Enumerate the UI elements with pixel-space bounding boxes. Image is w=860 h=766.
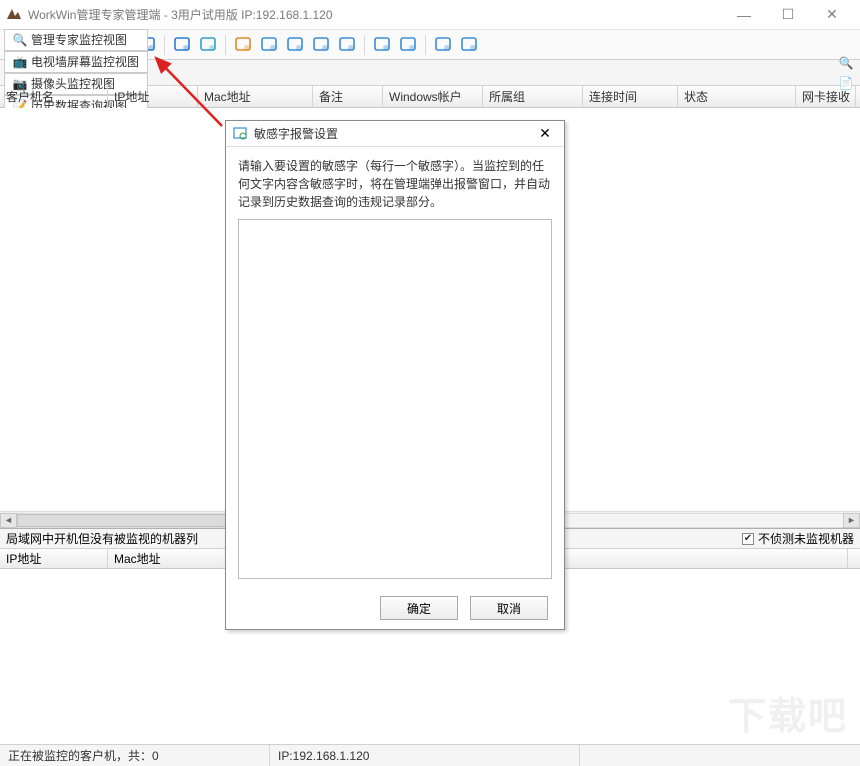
assist-icon[interactable] <box>232 34 254 56</box>
dialog-icon <box>232 126 248 142</box>
app-icon <box>6 7 22 23</box>
titlebar: WorkWin管理专家管理端 - 3用户试用版 IP:192.168.1.120… <box>0 0 860 30</box>
statusbar: 正在被监控的客户机，共：0 IP:192.168.1.120 <box>0 744 860 766</box>
scroll-right-icon[interactable]: ► <box>843 513 860 528</box>
status-client-count: 正在被监控的客户机，共：0 <box>0 745 270 766</box>
cast-icon[interactable] <box>258 34 280 56</box>
detect-unmonitored-checkbox[interactable]: ✔ 不侦测未监视机器 <box>742 530 854 547</box>
status-ip: IP:192.168.1.120 <box>270 745 580 766</box>
checkbox-label: 不侦测未监视机器 <box>758 530 854 547</box>
wall-icon[interactable] <box>336 34 358 56</box>
col-clientname[interactable]: 客户机名 <box>0 86 108 107</box>
dialog-description: 请输入要设置的敏感字（每行一个敏感字）。当监控到的任何文字内容含敏感字时，将在管… <box>238 157 552 211</box>
view-tvwall-label: 电视墙屏幕监控视图 <box>31 53 139 70</box>
unmonitored-title: 局域网中开机但没有被监视的机器列 <box>6 530 198 547</box>
cart-icon[interactable] <box>432 34 454 56</box>
sensitive-word-dialog: 敏感字报警设置 ✕ 请输入要设置的敏感字（每行一个敏感字）。当监控到的任何文字内… <box>225 120 565 630</box>
port-icon[interactable] <box>397 34 419 56</box>
view-tvwall[interactable]: 📺 电视墙屏幕监控视图 <box>4 51 148 73</box>
dialog-close-button[interactable]: ✕ <box>532 124 558 144</box>
window-title: WorkWin管理专家管理端 - 3用户试用版 IP:192.168.1.120 <box>28 6 722 23</box>
clients-table-header: 客户机名IP地址Mac地址备注Windows帐户所属组连接时间状态网卡接收 <box>0 86 860 108</box>
monitors-icon[interactable] <box>310 34 332 56</box>
dialog-title: 敏感字报警设置 <box>254 125 532 142</box>
ip-icon[interactable] <box>371 34 393 56</box>
col-status[interactable]: 状态 <box>678 86 796 107</box>
col-conntime[interactable]: 连接时间 <box>583 86 678 107</box>
col2-ip[interactable]: IP地址 <box>0 549 108 568</box>
sensitive-words-textarea[interactable] <box>238 219 552 579</box>
view-monitor-label: 管理专家监控视图 <box>31 31 127 48</box>
col-mac[interactable]: Mac地址 <box>198 86 313 107</box>
help-icon[interactable] <box>458 34 480 56</box>
close-button[interactable]: ✕ <box>810 1 854 29</box>
lock-icon[interactable] <box>197 34 219 56</box>
scroll-left-icon[interactable]: ◄ <box>0 513 17 528</box>
cancel-button[interactable]: 取消 <box>470 596 548 620</box>
view-monitor[interactable]: 🔍 管理专家监控视图 <box>4 29 148 51</box>
col-winuser[interactable]: Windows帐户 <box>383 86 483 107</box>
view-tvwall-icon: 📺 <box>13 55 27 69</box>
search-pc-icon[interactable] <box>284 34 306 56</box>
view-toolbar: 🔍管理专家监控视图📺电视墙屏幕监控视图📷摄像头监控视图📝历史数据查询视图 🔍📄 <box>0 60 860 86</box>
ok-button[interactable]: 确定 <box>380 596 458 620</box>
col-remark[interactable]: 备注 <box>313 86 383 107</box>
col-group[interactable]: 所属组 <box>483 86 583 107</box>
view-monitor-icon: 🔍 <box>13 33 27 47</box>
col-ip[interactable]: IP地址 <box>108 86 198 107</box>
maximize-button[interactable]: ☐ <box>766 1 810 29</box>
minimize-button[interactable]: — <box>722 1 766 29</box>
grid-apps-icon[interactable] <box>171 34 193 56</box>
col-nicrecv[interactable]: 网卡接收 <box>796 86 856 107</box>
checkbox-icon: ✔ <box>742 533 754 545</box>
search-icon[interactable]: 🔍 <box>836 53 856 73</box>
